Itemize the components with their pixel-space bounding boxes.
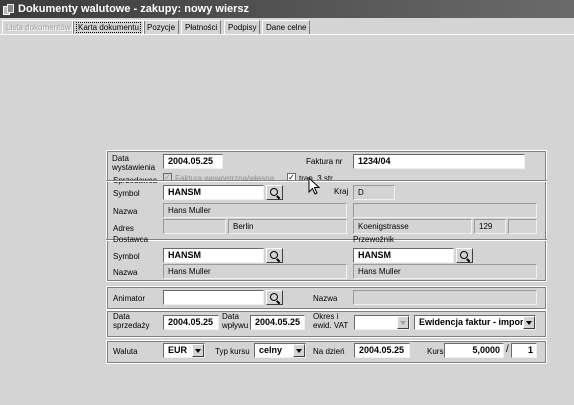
- kraj-label: Kraj: [334, 187, 349, 196]
- data-sprzedazy-field[interactable]: 2004.05.25: [163, 315, 219, 330]
- app-icon: [2, 3, 15, 16]
- carrier-lookup-button[interactable]: [456, 248, 473, 263]
- search-icon: [460, 251, 468, 259]
- adres-label: Adres: [113, 224, 134, 233]
- chevron-down-icon[interactable]: [523, 316, 535, 329]
- data-wystawienia-field[interactable]: 2004.05.25: [163, 154, 223, 169]
- kurs-divisor-field[interactable]: 1: [511, 343, 537, 358]
- faktura-nr-label: Faktura nr: [306, 157, 343, 166]
- okres-vat-label: Okres i ewid. VAT: [313, 312, 349, 330]
- window-title: Dokumenty walutowe - zakupy: nowy wiersz: [18, 3, 250, 15]
- title-bar: Dokumenty walutowe - zakupy: nowy wiersz: [0, 0, 574, 18]
- search-icon: [270, 251, 278, 259]
- nr-domu-field[interactable]: 129: [474, 219, 506, 234]
- na-dzien-label: Na dzień: [313, 347, 345, 356]
- faktura-nr-field[interactable]: 1234/04: [353, 154, 525, 169]
- tab-karta-dokumentu[interactable]: Karta dokumentu: [72, 20, 145, 34]
- kod-pocztowy-field[interactable]: [163, 219, 226, 234]
- animator-nazwa-field[interactable]: [353, 290, 537, 305]
- chevron-down-icon[interactable]: [293, 344, 305, 357]
- ulica-field[interactable]: Koenigstrasse: [353, 219, 472, 234]
- carrier-symbol-field[interactable]: HANSM: [353, 248, 454, 263]
- nr-lokalu-field[interactable]: [508, 219, 537, 234]
- separator: [106, 180, 547, 182]
- seller-nazwa-field[interactable]: Hans Muller: [163, 203, 347, 218]
- supplier-lookup-button[interactable]: [266, 248, 283, 263]
- dostawca-label: Dostawca: [113, 235, 149, 244]
- kurs-divider: /: [506, 344, 509, 355]
- ewidencja-select[interactable]: Ewidencja faktur - import: [414, 315, 536, 330]
- supplier-symbol-field[interactable]: HANSM: [163, 248, 264, 263]
- kurs-field[interactable]: 5,0000: [444, 343, 504, 358]
- miasto-field[interactable]: Berlin: [228, 219, 347, 234]
- przewoznik-label: Przewoźnik: [353, 235, 394, 244]
- search-icon: [270, 293, 278, 301]
- tab-podpisy[interactable]: Podpisy: [224, 20, 261, 34]
- tab-lista-dokumentow[interactable]: Lista dokumentów: [2, 20, 75, 34]
- search-icon: [270, 188, 278, 196]
- supplier-symbol-label: Symbol: [113, 252, 140, 261]
- seller-nazwa2-field[interactable]: [353, 203, 537, 218]
- data-wplywu-label: Data wpływu: [222, 312, 249, 330]
- data-wplywu-field[interactable]: 2004.05.25: [250, 315, 305, 330]
- kraj-field[interactable]: D: [353, 185, 395, 200]
- data-wystawienia-label: Data wystawienia: [112, 154, 156, 172]
- typ-kursu-label: Typ kursu: [215, 347, 250, 356]
- chevron-down-icon[interactable]: [397, 316, 409, 329]
- tab-pozycje[interactable]: Pozycje: [143, 20, 180, 34]
- data-sprzedazy-label: Data sprzedaży: [113, 312, 150, 330]
- animator-field[interactable]: [163, 290, 264, 305]
- carrier-nazwa-field[interactable]: Hans Muller: [353, 264, 537, 279]
- separator: [106, 239, 547, 241]
- tab-dane-celne[interactable]: Dane celne: [262, 20, 311, 34]
- animator-nazwa-label: Nazwa: [313, 294, 338, 303]
- seller-symbol-field[interactable]: HANSM: [163, 185, 264, 200]
- waluta-label: Waluta: [113, 347, 138, 356]
- seller-symbol-label: Symbol: [113, 189, 140, 198]
- supplier-nazwa-field[interactable]: Hans Muller: [163, 264, 347, 279]
- chevron-down-icon[interactable]: [192, 344, 204, 357]
- kurs-label: Kurs: [427, 347, 444, 356]
- animator-lookup-button[interactable]: [266, 290, 283, 305]
- mouse-cursor-icon: [308, 177, 320, 195]
- tab-platnosci[interactable]: Płatności: [181, 20, 222, 34]
- supplier-nazwa-label: Nazwa: [113, 268, 138, 277]
- na-dzien-field[interactable]: 2004.05.25: [354, 343, 410, 358]
- seller-nazwa-label: Nazwa: [113, 207, 138, 216]
- seller-lookup-button[interactable]: [266, 185, 283, 200]
- animator-label: Animator: [113, 294, 146, 303]
